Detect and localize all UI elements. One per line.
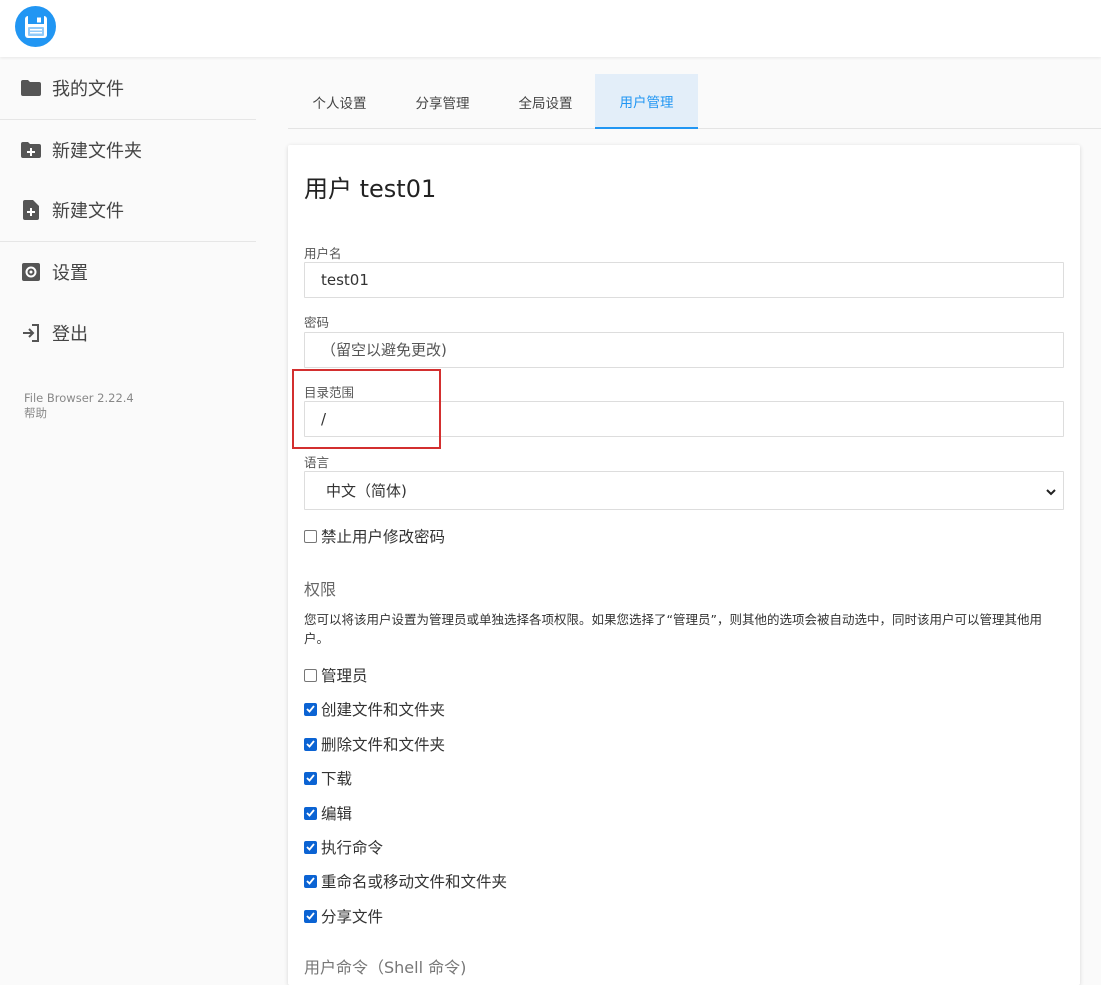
divider bbox=[0, 119, 256, 120]
folder-plus-icon bbox=[20, 139, 42, 161]
lock-password-label: 禁止用户修改密码 bbox=[321, 528, 446, 546]
app-logo-icon[interactable] bbox=[15, 6, 56, 47]
sidebar-item-label: 我的文件 bbox=[52, 79, 124, 100]
sidebar-item-new-file[interactable]: 新建文件 bbox=[0, 182, 256, 238]
sidebar-item-label: 登出 bbox=[52, 324, 88, 345]
checkbox-checked-icon[interactable] bbox=[304, 737, 317, 751]
user-commands-title: 用户命令（Shell 命令) bbox=[304, 958, 467, 977]
perm-download-checkbox[interactable]: 下载 bbox=[304, 767, 352, 789]
checkbox-box[interactable] bbox=[304, 529, 317, 543]
checkbox-checked-icon[interactable] bbox=[304, 771, 317, 785]
perm-label: 编辑 bbox=[321, 805, 353, 823]
checkbox-checked-icon[interactable] bbox=[304, 909, 317, 923]
sidebar-item-new-folder[interactable]: 新建文件夹 bbox=[0, 122, 256, 178]
perm-label: 删除文件和文件夹 bbox=[321, 736, 446, 754]
sidebar-item-my-files[interactable]: 我的文件 bbox=[0, 60, 256, 116]
perm-admin-checkbox[interactable]: 管理员 bbox=[304, 664, 368, 686]
perm-label: 下载 bbox=[321, 770, 353, 788]
perm-label: 创建文件和文件夹 bbox=[321, 701, 446, 719]
sidebar: 我的文件 新建文件夹 新建文件 设置 登出 File Browser 2.22.… bbox=[0, 57, 256, 971]
perm-create-checkbox[interactable]: 创建文件和文件夹 bbox=[304, 698, 445, 720]
tab-share-management[interactable]: 分享管理 bbox=[391, 74, 494, 129]
checkbox-box[interactable] bbox=[304, 668, 317, 682]
permissions-description: 您可以将该用户设置为管理员或单独选择各项权限。如果您选择了“管理员”，则其他的选… bbox=[304, 612, 1042, 646]
perm-share-checkbox[interactable]: 分享文件 bbox=[304, 905, 383, 927]
tab-global-settings[interactable]: 全局设置 bbox=[494, 74, 597, 129]
sidebar-item-label: 新建文件夹 bbox=[52, 141, 142, 162]
version-text: File Browser 2.22.4 bbox=[24, 391, 134, 405]
divider bbox=[0, 241, 256, 242]
checkbox-checked-icon[interactable] bbox=[304, 702, 317, 716]
checkbox-checked-icon[interactable] bbox=[304, 806, 317, 820]
permissions-title: 权限 bbox=[304, 580, 337, 599]
perm-label: 分享文件 bbox=[321, 908, 384, 926]
scope-input[interactable] bbox=[304, 401, 1064, 437]
perm-execute-checkbox[interactable]: 执行命令 bbox=[304, 836, 383, 858]
perm-label: 重命名或移动文件和文件夹 bbox=[321, 873, 508, 891]
credits: File Browser 2.22.4 帮助 bbox=[24, 391, 134, 421]
perm-delete-checkbox[interactable]: 删除文件和文件夹 bbox=[304, 733, 445, 755]
folder-icon bbox=[20, 77, 42, 99]
lock-password-checkbox[interactable]: 禁止用户修改密码 bbox=[304, 525, 445, 547]
perm-edit-checkbox[interactable]: 编辑 bbox=[304, 802, 352, 824]
page-title: 用户 test01 bbox=[304, 175, 437, 203]
tab-personal-settings[interactable]: 个人设置 bbox=[288, 74, 391, 129]
file-plus-icon bbox=[20, 199, 42, 221]
username-input[interactable] bbox=[304, 262, 1064, 298]
perm-label: 执行命令 bbox=[321, 839, 384, 857]
help-link[interactable]: 帮助 bbox=[24, 406, 134, 421]
language-select[interactable]: 中文（简体) bbox=[304, 471, 1064, 510]
scope-label: 目录范围 bbox=[304, 385, 355, 400]
username-label: 用户名 bbox=[304, 246, 342, 261]
checkbox-checked-icon[interactable] bbox=[304, 840, 317, 854]
tab-user-management[interactable]: 用户管理 bbox=[595, 74, 698, 129]
chevron-down-icon bbox=[1045, 484, 1057, 502]
language-selected-value: 中文（简体) bbox=[326, 482, 407, 500]
logout-icon bbox=[20, 322, 42, 344]
settings-tabs: 个人设置 分享管理 全局设置 用户管理 bbox=[288, 74, 1101, 129]
user-form-card: 用户 test01 用户名 密码 目录范围 语言 中文（简体) 禁止用户修改密码… bbox=[288, 145, 1080, 985]
checkbox-checked-icon[interactable] bbox=[304, 874, 317, 888]
password-label: 密码 bbox=[304, 315, 330, 330]
perm-label: 管理员 bbox=[321, 667, 368, 685]
password-input[interactable] bbox=[304, 332, 1064, 368]
language-label: 语言 bbox=[304, 455, 330, 470]
sidebar-item-label: 设置 bbox=[52, 263, 88, 284]
top-bar bbox=[0, 0, 1101, 57]
sidebar-item-settings[interactable]: 设置 bbox=[0, 244, 256, 300]
perm-rename-checkbox[interactable]: 重命名或移动文件和文件夹 bbox=[304, 870, 507, 892]
gear-icon bbox=[20, 261, 42, 283]
sidebar-item-logout[interactable]: 登出 bbox=[0, 305, 256, 361]
sidebar-item-label: 新建文件 bbox=[52, 201, 124, 222]
